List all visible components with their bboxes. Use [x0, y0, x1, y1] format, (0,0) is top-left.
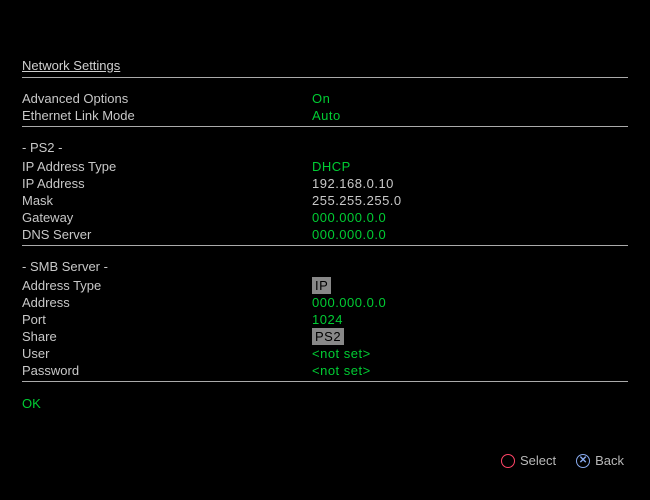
row-label: Share [22, 328, 312, 345]
settings-row[interactable]: User<not set> [22, 345, 628, 362]
row-value[interactable]: DHCP [312, 158, 351, 175]
row-label: Address Type [22, 277, 312, 294]
row-value[interactable]: 000.000.0.0 [312, 209, 386, 226]
footer-hints: Select ✕ Back [501, 453, 624, 468]
settings-row[interactable]: Password<not set> [22, 362, 628, 379]
settings-row[interactable]: Port1024 [22, 311, 628, 328]
row-label: IP Address [22, 175, 312, 192]
settings-row[interactable]: Advanced OptionsOn [22, 90, 628, 107]
settings-row[interactable]: DNS Server000.000.0.0 [22, 226, 628, 243]
row-value[interactable]: 1024 [312, 311, 343, 328]
ok-button[interactable]: OK [22, 396, 628, 411]
row-value[interactable]: PS2 [312, 328, 344, 345]
settings-row[interactable]: Address000.000.0.0 [22, 294, 628, 311]
settings-row[interactable]: Ethernet Link ModeAuto [22, 107, 628, 124]
section-ps2-label: - PS2 - [22, 139, 628, 156]
divider [22, 381, 628, 382]
select-label: Select [520, 453, 556, 468]
divider [22, 77, 628, 78]
row-value[interactable]: <not set> [312, 345, 371, 362]
settings-row[interactable]: Gateway000.000.0.0 [22, 209, 628, 226]
divider [22, 126, 628, 127]
row-label: Mask [22, 192, 312, 209]
select-hint: Select [501, 453, 556, 468]
row-value[interactable]: On [312, 90, 330, 107]
settings-row[interactable]: IP Address192.168.0.10 [22, 175, 628, 192]
section-smb-label: - SMB Server - [22, 258, 628, 275]
row-value[interactable]: 000.000.0.0 [312, 226, 386, 243]
row-label: Ethernet Link Mode [22, 107, 312, 124]
page-title: Network Settings [22, 58, 628, 73]
cross-icon: ✕ [576, 454, 590, 468]
row-label: Address [22, 294, 312, 311]
row-label: Password [22, 362, 312, 379]
settings-row[interactable]: IP Address TypeDHCP [22, 158, 628, 175]
back-label: Back [595, 453, 624, 468]
settings-row[interactable]: Address TypeIP [22, 277, 628, 294]
circle-icon [501, 454, 515, 468]
row-label: IP Address Type [22, 158, 312, 175]
row-value[interactable]: IP [312, 277, 331, 294]
divider [22, 245, 628, 246]
row-value[interactable]: Auto [312, 107, 341, 124]
settings-row[interactable]: SharePS2 [22, 328, 628, 345]
row-label: Port [22, 311, 312, 328]
settings-row[interactable]: Mask255.255.255.0 [22, 192, 628, 209]
row-label: DNS Server [22, 226, 312, 243]
row-value[interactable]: 192.168.0.10 [312, 175, 394, 192]
back-hint: ✕ Back [576, 453, 624, 468]
row-label: User [22, 345, 312, 362]
row-value[interactable]: <not set> [312, 362, 371, 379]
row-label: Advanced Options [22, 90, 312, 107]
row-value[interactable]: 000.000.0.0 [312, 294, 386, 311]
row-label: Gateway [22, 209, 312, 226]
row-value[interactable]: 255.255.255.0 [312, 192, 402, 209]
